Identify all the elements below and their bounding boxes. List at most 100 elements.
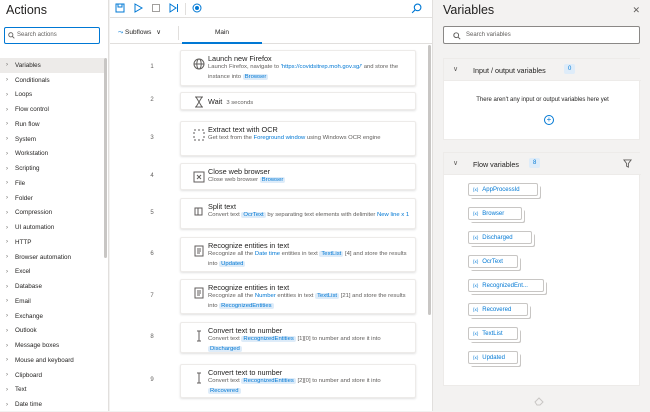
category-item[interactable]: › Mouse and keyboard bbox=[0, 353, 104, 368]
variable-token[interactable]: RecognizedEntities bbox=[241, 378, 296, 384]
variable-token[interactable]: Browser bbox=[259, 177, 286, 183]
variable-token[interactable]: TextList bbox=[319, 251, 344, 257]
variable-token[interactable]: Recovered bbox=[208, 387, 241, 394]
designer-scrollbar[interactable] bbox=[428, 45, 431, 315]
variable-token[interactable]: Updated bbox=[219, 260, 246, 267]
action-card[interactable]: Convert text to number Convert text Recog… bbox=[180, 364, 416, 398]
category-label: File bbox=[15, 179, 26, 187]
search-actions-input[interactable]: Search actions bbox=[4, 27, 100, 44]
action-card[interactable]: Split text Convert text OcrText by separa… bbox=[180, 198, 416, 229]
action-title: Close web browser bbox=[208, 167, 270, 176]
tab-main[interactable]: Main bbox=[182, 22, 262, 44]
category-item[interactable]: › Conditionals bbox=[0, 73, 104, 88]
chevron-right-icon: › bbox=[6, 77, 8, 84]
subflows-icon: ⤳ bbox=[118, 29, 124, 36]
category-item[interactable]: › File bbox=[0, 176, 104, 191]
parameter-link[interactable]: Number bbox=[255, 293, 276, 299]
search-icon bbox=[453, 32, 461, 40]
category-item[interactable]: › Folder bbox=[0, 191, 104, 206]
flow-variables-header[interactable]: ∨ Flow variables 8 bbox=[444, 153, 641, 175]
convert-icon bbox=[197, 330, 201, 342]
flow-variable-name: OcrText bbox=[482, 259, 503, 265]
category-item[interactable]: › Variables bbox=[0, 58, 104, 73]
flow-variable-item[interactable]: {x} Browser bbox=[468, 207, 522, 220]
category-item[interactable]: › Browser automation bbox=[0, 250, 104, 265]
ocr-icon bbox=[193, 129, 205, 141]
description-text: Get text from the bbox=[208, 135, 254, 141]
flow-variable-item[interactable]: {x} OcrText bbox=[468, 255, 518, 268]
action-title: Extract text with OCR bbox=[208, 125, 278, 134]
action-title-text: Convert text to number bbox=[208, 368, 283, 377]
action-card[interactable]: Launch new Firefox Launch Firefox, naviga… bbox=[180, 50, 416, 86]
category-item[interactable]: › Flow control bbox=[0, 102, 104, 117]
category-item[interactable]: › HTTP bbox=[0, 235, 104, 250]
search-variables-input[interactable]: Search variables bbox=[443, 26, 640, 44]
action-card[interactable]: Recognize entities in text Recognize all … bbox=[180, 237, 416, 272]
action-card[interactable]: Recognize entities in text Recognize all … bbox=[180, 279, 416, 314]
action-description: Convert text RecognizedEntities [2][0] t… bbox=[208, 377, 413, 396]
subflows-dropdown[interactable]: ⤳ Subflows ∨ bbox=[118, 28, 161, 37]
description-text: Convert text bbox=[208, 212, 242, 218]
description-text: Recognize all the bbox=[208, 251, 255, 257]
variable-token[interactable]: Browser bbox=[242, 73, 269, 80]
run-next-action-icon[interactable] bbox=[169, 3, 179, 13]
io-count-badge: 0 bbox=[564, 64, 576, 74]
add-variable-icon[interactable]: + bbox=[544, 115, 554, 125]
description-text: Launch Firefox, navigate to bbox=[208, 64, 281, 70]
action-card[interactable]: Close web browser Close web browser Brows… bbox=[180, 163, 416, 190]
io-empty-message: There aren't any input or output variabl… bbox=[476, 97, 609, 103]
category-item[interactable]: › Database bbox=[0, 279, 104, 294]
stop-icon[interactable] bbox=[151, 3, 161, 13]
variable-token[interactable]: RecognizedEntities bbox=[219, 302, 274, 309]
eraser-icon[interactable] bbox=[534, 396, 544, 406]
category-item[interactable]: › Loops bbox=[0, 88, 104, 103]
category-item[interactable]: › Date time bbox=[0, 397, 104, 412]
action-title-text: Launch new Firefox bbox=[208, 54, 272, 63]
filter-icon[interactable] bbox=[623, 159, 632, 168]
category-item[interactable]: › Workstation bbox=[0, 147, 104, 162]
flow-variable-item[interactable]: {x} AppProcessId bbox=[468, 183, 538, 196]
close-icon[interactable]: ✕ bbox=[632, 5, 640, 16]
parameter-link[interactable]: Date time bbox=[255, 251, 280, 257]
category-item[interactable]: › Outlook bbox=[0, 324, 104, 339]
variable-token[interactable]: Discharged bbox=[208, 345, 242, 352]
category-item[interactable]: › System bbox=[0, 132, 104, 147]
save-icon[interactable] bbox=[115, 3, 125, 13]
parameter-link[interactable]: Foreground window bbox=[254, 135, 306, 141]
variable-token[interactable]: TextList bbox=[315, 293, 340, 299]
category-item[interactable]: › Text bbox=[0, 383, 104, 398]
category-item[interactable]: › Exchange bbox=[0, 309, 104, 324]
variables-title: Variables bbox=[443, 3, 495, 17]
category-item[interactable]: › Message boxes bbox=[0, 338, 104, 353]
actions-scrollbar[interactable] bbox=[104, 58, 107, 258]
flow-variable-item[interactable]: {x} RecognizedEnt... bbox=[468, 279, 544, 292]
variable-icon: {x} bbox=[473, 187, 479, 192]
parameter-link[interactable]: 'https://covidsitrep.moh.gov.sg/' bbox=[281, 64, 362, 70]
flow-variable-item[interactable]: {x} TextList bbox=[468, 327, 518, 340]
variable-icon: {x} bbox=[473, 307, 479, 312]
search-icon[interactable] bbox=[411, 3, 422, 14]
action-card[interactable]: Wait 3 seconds bbox=[180, 92, 416, 110]
io-variables-header[interactable]: ∨ Input / output variables 0 bbox=[444, 59, 641, 81]
category-item[interactable]: › Run flow bbox=[0, 117, 104, 132]
flow-variable-item[interactable]: {x} Updated bbox=[468, 351, 518, 364]
run-icon[interactable] bbox=[133, 3, 143, 13]
flow-variable-item[interactable]: {x} Recovered bbox=[468, 303, 528, 316]
category-item[interactable]: › UI automation bbox=[0, 220, 104, 235]
variable-token[interactable]: OcrText bbox=[241, 212, 266, 218]
search-actions-placeholder: Search actions bbox=[17, 32, 57, 38]
category-item[interactable]: › Email bbox=[0, 294, 104, 309]
category-item[interactable]: › Clipboard bbox=[0, 368, 104, 383]
category-label: Text bbox=[15, 386, 27, 394]
category-item[interactable]: › Excel bbox=[0, 265, 104, 280]
category-item[interactable]: › Compression bbox=[0, 206, 104, 221]
parameter-link[interactable]: New line x 1 bbox=[377, 212, 409, 218]
action-card[interactable]: Extract text with OCR Get text from the F… bbox=[180, 121, 416, 156]
category-item[interactable]: › Scripting bbox=[0, 161, 104, 176]
action-title-text: Recognize entities in text bbox=[208, 283, 290, 292]
category-label: Flow control bbox=[15, 106, 49, 114]
record-icon[interactable] bbox=[192, 3, 202, 13]
action-card[interactable]: Convert text to number Convert text Recog… bbox=[180, 322, 416, 353]
variable-token[interactable]: RecognizedEntities bbox=[241, 336, 296, 342]
flow-variable-item[interactable]: {x} Discharged bbox=[468, 231, 532, 244]
